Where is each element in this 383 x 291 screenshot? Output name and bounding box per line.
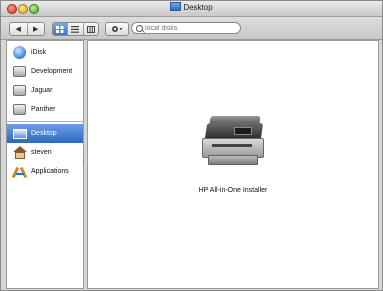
icon-view-icon	[56, 25, 64, 33]
back-button[interactable]: ◀	[10, 23, 28, 35]
sidebar-item-desktop[interactable]: Desktop	[7, 124, 83, 143]
sidebar-divider	[7, 121, 83, 122]
sidebar-item-panther[interactable]: Panther	[7, 100, 83, 119]
list-view-icon	[71, 25, 80, 33]
icon-view-button[interactable]	[53, 23, 69, 35]
toolbar: ◀ ▶	[1, 17, 382, 40]
sidebar-item-label: Panther	[31, 106, 56, 113]
sidebar-item-jaguar[interactable]: Jaguar	[7, 81, 83, 100]
search-field[interactable]	[131, 22, 241, 34]
window-title-wrap: Desktop	[1, 2, 382, 14]
file-item-hp-installer[interactable]: HP All-in-One Installer	[158, 111, 308, 201]
sidebar-item-label: steven	[31, 149, 52, 156]
sidebar-item-label: Jaguar	[31, 87, 53, 94]
list-view-button[interactable]	[68, 23, 84, 35]
finder-window: Desktop ◀ ▶ local disks iDisk Developmen…	[0, 0, 383, 291]
printer-icon	[198, 111, 268, 171]
title-bar[interactable]: Desktop	[1, 1, 382, 17]
gear-icon	[112, 26, 123, 32]
column-view-button[interactable]	[84, 23, 98, 35]
sidebar-item-label: Applications	[31, 168, 69, 175]
hard-drive-icon	[12, 103, 27, 117]
back-arrow-icon: ◀	[15, 26, 21, 33]
sidebar-item-steven[interactable]: steven	[7, 143, 83, 162]
back-forward-control: ◀ ▶	[9, 22, 45, 36]
action-menu-button[interactable]	[105, 22, 129, 36]
sidebar-item-label: Development	[31, 68, 73, 75]
sidebar-item-label: iDisk	[31, 49, 47, 56]
column-view-icon	[86, 25, 95, 33]
search-icon	[136, 24, 143, 32]
window-title: Desktop	[183, 3, 213, 12]
action-menu-inner	[106, 23, 128, 35]
desktop-folder-icon	[170, 2, 182, 11]
sidebar-item-applications[interactable]: Applications	[7, 162, 83, 181]
sidebar-item-development[interactable]: Development	[7, 62, 83, 81]
applications-icon	[11, 165, 27, 179]
view-mode-control	[52, 22, 99, 36]
home-icon	[12, 146, 27, 160]
hard-drive-icon	[12, 84, 27, 98]
desktop-icon	[12, 127, 27, 141]
search-input[interactable]	[145, 24, 235, 32]
idisk-icon	[12, 46, 27, 60]
hard-drive-icon	[12, 65, 27, 79]
sidebar-item-label: Desktop	[31, 130, 57, 137]
sidebar: iDisk Development Jaguar Panther Desktop…	[6, 40, 84, 289]
forward-button[interactable]: ▶	[28, 23, 45, 35]
file-browser-content: HP All-in-One Installer	[87, 40, 379, 289]
sidebar-item-idisk[interactable]: iDisk	[7, 43, 83, 62]
forward-arrow-icon: ▶	[33, 26, 39, 33]
file-item-label: HP All-in-One Installer	[198, 187, 268, 194]
